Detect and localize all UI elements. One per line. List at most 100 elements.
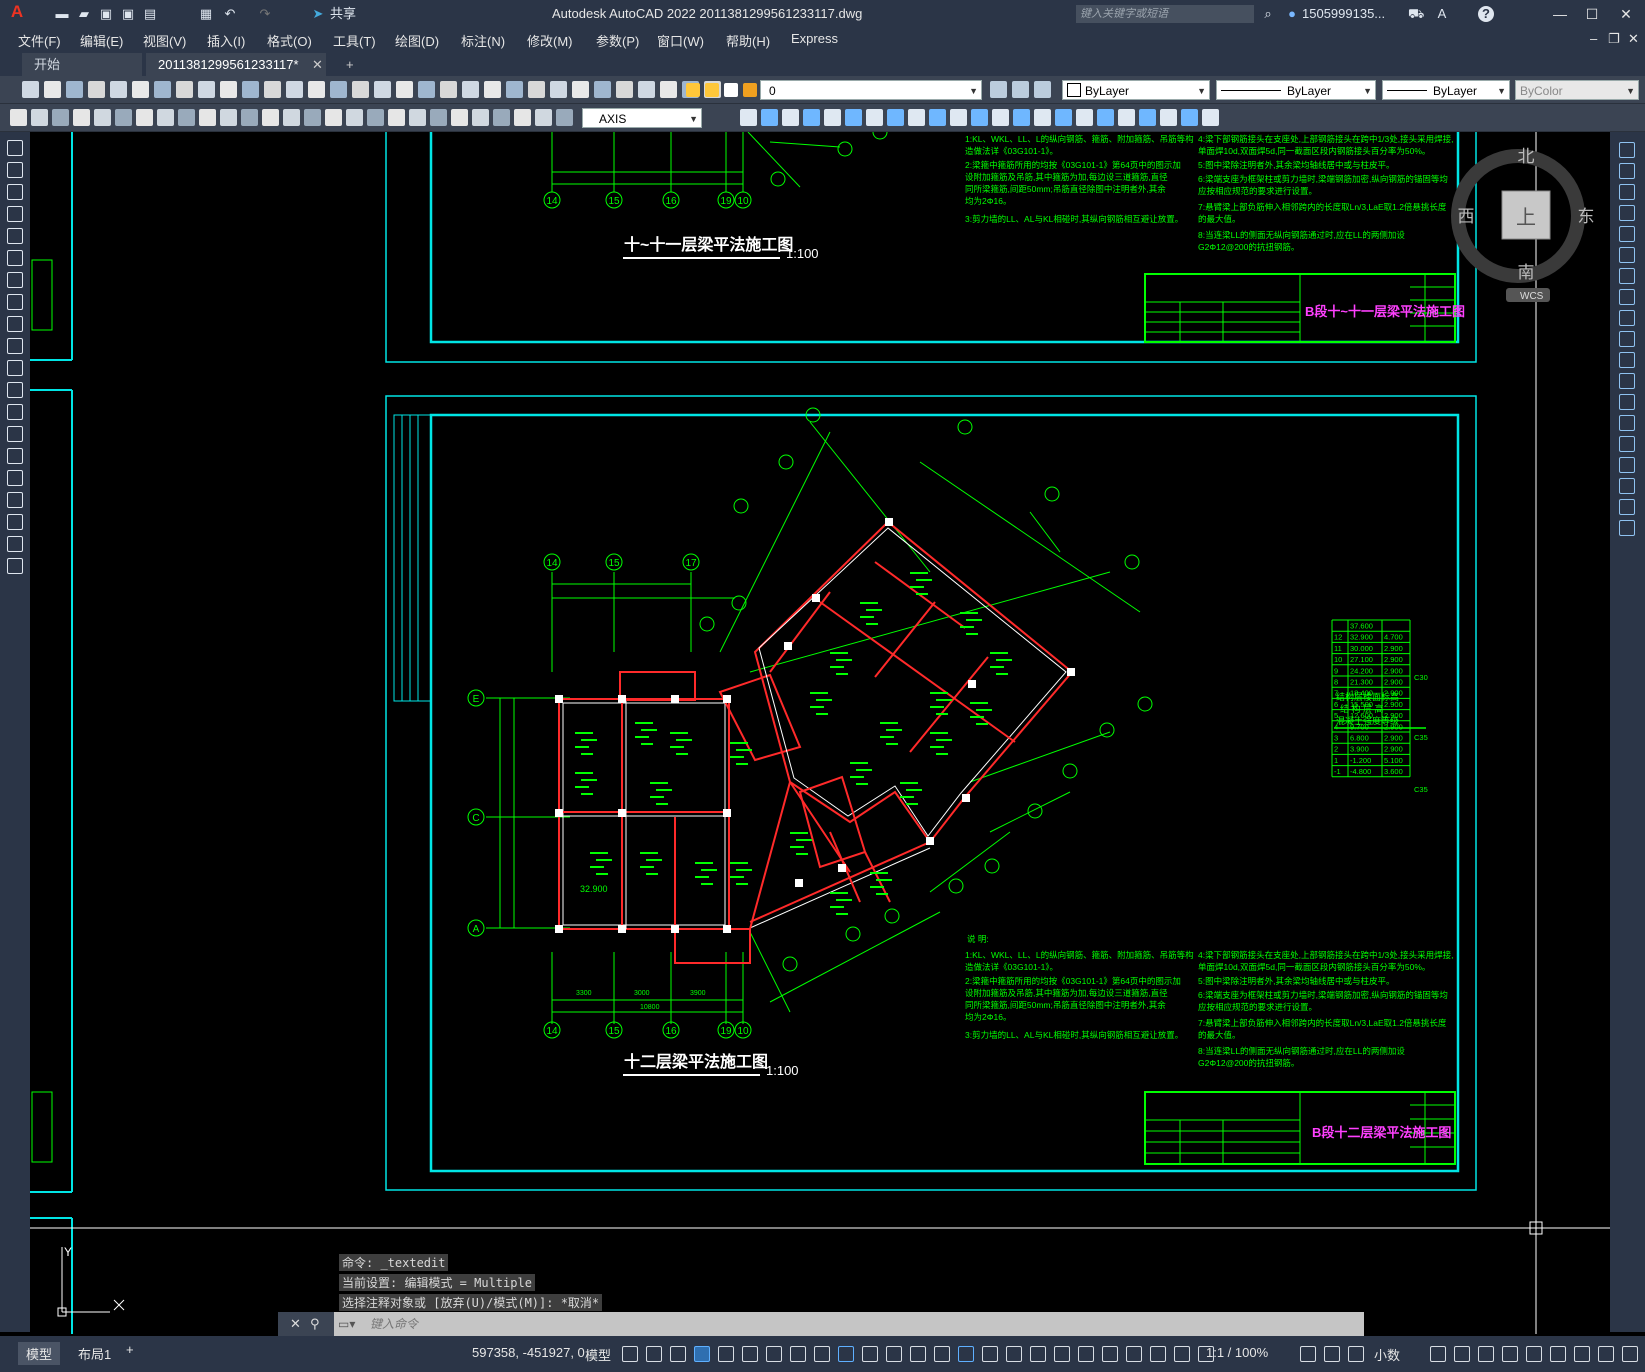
minimize-button[interactable]: — (1546, 4, 1574, 24)
menu-view[interactable]: 视图(V) (143, 31, 186, 50)
menu-parametric[interactable]: 参数(P) (596, 31, 639, 50)
toolbar-tool-icon[interactable] (451, 109, 468, 126)
toolbar-tool-icon[interactable] (220, 109, 237, 126)
draw-tool-icon[interactable] (7, 360, 23, 376)
toolbar-tool-icon[interactable] (198, 81, 215, 98)
toolbar-tool-icon[interactable] (44, 81, 61, 98)
modify-tool-icon[interactable] (1619, 142, 1635, 158)
menu-file[interactable]: 文件(F) (18, 31, 61, 50)
toolbar-tool-icon[interactable] (740, 109, 757, 126)
toolbar-tool-icon[interactable] (887, 109, 904, 126)
toolbar-tool-icon[interactable] (430, 109, 447, 126)
toolbar-tool-icon[interactable] (992, 109, 1009, 126)
toolbar-tool-icon[interactable] (1139, 109, 1156, 126)
status-toggle-icon[interactable] (886, 1346, 902, 1362)
toolbar-tool-icon[interactable] (22, 81, 39, 98)
toolbar-tool-icon[interactable] (440, 81, 457, 98)
toolbar-tool-icon[interactable] (950, 109, 967, 126)
toolbar-tool-icon[interactable] (472, 109, 489, 126)
autocad-logo-icon[interactable]: A (6, 3, 28, 24)
menu-format[interactable]: 格式(O) (267, 31, 312, 50)
status-toggle-icon[interactable] (1174, 1346, 1190, 1362)
modify-tool-icon[interactable] (1619, 478, 1635, 494)
draw-tool-icon[interactable] (7, 184, 23, 200)
toolbar-tool-icon[interactable] (462, 81, 479, 98)
status-toggle-icon[interactable] (1622, 1346, 1638, 1362)
saveas-icon[interactable]: ▣ (120, 6, 136, 22)
close-button[interactable]: ✕ (1612, 4, 1640, 24)
toolbar-tool-icon[interactable] (262, 109, 279, 126)
toolbar-tool-icon[interactable] (572, 81, 589, 98)
status-toggle-icon[interactable] (1502, 1346, 1518, 1362)
toolbar-tool-icon[interactable] (594, 81, 611, 98)
status-toggle-icon[interactable] (694, 1346, 710, 1362)
modify-tool-icon[interactable] (1619, 352, 1635, 368)
toolbar-tool-icon[interactable] (199, 109, 216, 126)
status-toggle-icon[interactable] (1126, 1346, 1142, 1362)
toolbar-tool-icon[interactable] (115, 109, 132, 126)
status-toggle-icon[interactable] (742, 1346, 758, 1362)
toolbar-tool-icon[interactable] (782, 109, 799, 126)
toolbar-tool-icon[interactable] (241, 109, 258, 126)
toolbar-tool-icon[interactable] (638, 81, 655, 98)
toolbar-tool-icon[interactable] (308, 81, 325, 98)
layer-state-icon[interactable] (724, 83, 738, 97)
toolbar-tool-icon[interactable] (178, 109, 195, 126)
status-toggle-icon[interactable] (862, 1346, 878, 1362)
units-dropdown[interactable]: 小数 (1374, 1345, 1400, 1364)
modify-tool-icon[interactable] (1619, 268, 1635, 284)
color-dropdown[interactable]: ByLayer ▼ (1062, 80, 1210, 100)
toolbar-tool-icon[interactable] (220, 81, 237, 98)
draw-tool-icon[interactable] (7, 426, 23, 442)
toolbar-tool-icon[interactable] (1160, 109, 1177, 126)
modify-tool-icon[interactable] (1619, 247, 1635, 263)
draw-tool-icon[interactable] (7, 492, 23, 508)
redo-icon[interactable]: ↷ (257, 6, 273, 22)
share-button[interactable]: 共享 (330, 6, 356, 22)
menu-draw[interactable]: 绘图(D) (395, 31, 439, 50)
status-toggle-icon[interactable] (670, 1346, 686, 1362)
menu-express[interactable]: Express (791, 31, 838, 46)
toolbar-tool-icon[interactable] (824, 109, 841, 126)
tab-active-drawing[interactable]: 2011381299561233117* (146, 53, 326, 76)
toolbar-tool-icon[interactable] (374, 81, 391, 98)
status-toggle-icon[interactable] (1598, 1346, 1614, 1362)
tab-close-icon[interactable]: ✕ (300, 53, 335, 76)
doc-minimize-icon[interactable]: – (1590, 31, 1597, 46)
viewcube[interactable]: 上 北 南 东 西 WCS (1451, 147, 1595, 302)
modify-tool-icon[interactable] (1619, 226, 1635, 242)
status-toggle-icon[interactable] (1478, 1346, 1494, 1362)
toolbar-tool-icon[interactable] (325, 109, 342, 126)
user-icon[interactable]: ● (1284, 6, 1300, 22)
menu-edit[interactable]: 编辑(E) (80, 31, 123, 50)
layer-state-icon[interactable] (686, 83, 700, 97)
open-icon[interactable]: ▰ (76, 6, 92, 22)
tab-start[interactable]: 开始 (22, 53, 142, 76)
status-toggle-icon[interactable] (1574, 1346, 1590, 1362)
status-toggle-icon[interactable] (1150, 1346, 1166, 1362)
toolbar-tool-icon[interactable] (660, 81, 677, 98)
toolbar-tool-icon[interactable] (388, 109, 405, 126)
status-toggle-icon[interactable] (622, 1346, 638, 1362)
layout-tab[interactable]: 布局1 (72, 1342, 117, 1365)
status-toggle-icon[interactable] (1054, 1346, 1070, 1362)
draw-tool-icon[interactable] (7, 470, 23, 486)
menu-modify[interactable]: 修改(M) (527, 31, 573, 50)
print-icon[interactable]: ▦ (198, 6, 214, 22)
command-customize-icon[interactable]: ⚲ (310, 1316, 320, 1332)
status-toggle-icon[interactable] (1550, 1346, 1566, 1362)
status-toggle-icon[interactable] (838, 1346, 854, 1362)
toolbar-tool-icon[interactable] (409, 109, 426, 126)
toolbar-tool-icon[interactable] (528, 81, 545, 98)
status-toggle-icon[interactable] (814, 1346, 830, 1362)
status-toggle-icon[interactable] (958, 1346, 974, 1362)
plotstyle-dropdown[interactable]: ByColor ▼ (1515, 80, 1639, 100)
toolbar-tool-icon[interactable] (514, 109, 531, 126)
toolbar-tool-icon[interactable] (493, 109, 510, 126)
modify-tool-icon[interactable] (1619, 289, 1635, 305)
modify-tool-icon[interactable] (1619, 373, 1635, 389)
undo-icon[interactable]: ↶ (222, 6, 238, 22)
doc-close-icon[interactable]: ✕ (1628, 31, 1639, 47)
model-tab[interactable]: 模型 (18, 1342, 61, 1365)
status-toggle-icon[interactable] (1454, 1346, 1470, 1362)
